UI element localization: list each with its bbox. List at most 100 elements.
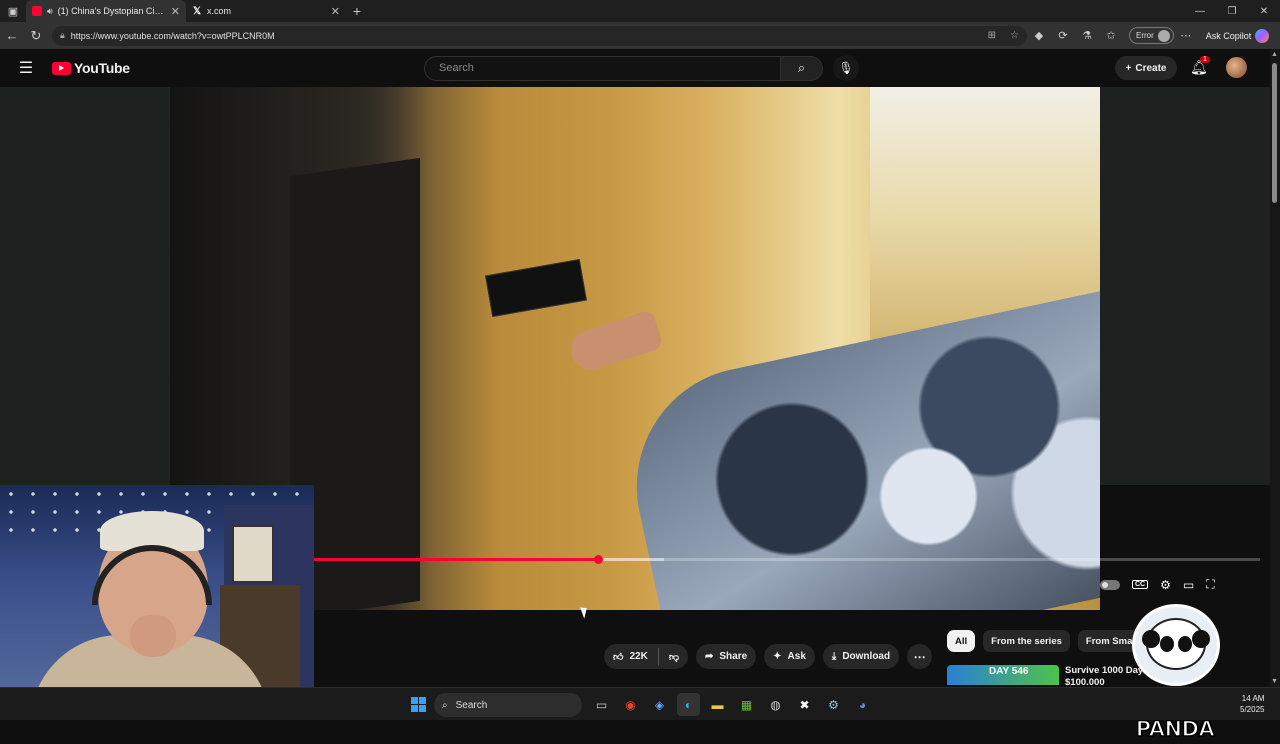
address-bar-row: ← ↻ 🔒︎ https://www.youtube.com/watch?v=o… [0, 22, 1280, 49]
create-label: Create [1135, 62, 1167, 74]
copilot-label: Ask Copilot [1205, 30, 1252, 41]
page-scrollbar[interactable]: ▲ ▼ [1270, 49, 1280, 687]
panda-eye [1178, 636, 1192, 652]
page-background-right [1100, 87, 1270, 485]
minecraft-icon[interactable]: ▦ [735, 693, 758, 716]
share-icon: ➦ [704, 651, 714, 662]
taskbar-search-label: Search [455, 699, 488, 711]
minimize-button[interactable]: — [1184, 6, 1216, 17]
fullscreen-icon[interactable]: ⛶ [1206, 577, 1214, 592]
webcam-person-hand [130, 615, 176, 657]
panda-eye [1160, 636, 1174, 652]
tab-title: (1) China's Dystopian City in [57, 6, 166, 16]
video-actions: 👍︎ 22K 👎︎ ➦ Share ✦ Ask ⤓ Download ⋯ [604, 644, 933, 669]
lock-icon[interactable]: 🔒︎ [60, 30, 65, 41]
chrome-icon[interactable]: ◉ [619, 693, 642, 716]
task-view-icon[interactable]: ▭ [590, 693, 613, 716]
taskbar-clock[interactable]: 14 AM 5/2025 [1240, 693, 1264, 715]
recommended-thumbnail[interactable]: DAY 546 [947, 665, 1059, 685]
video-frame-sign [485, 258, 587, 318]
search-button[interactable]: ⌕ [781, 55, 823, 81]
scroll-down-icon[interactable]: ▼ [1271, 678, 1278, 685]
notification-count-badge: 1 [1200, 56, 1210, 63]
discord-icon[interactable]: ◕ [851, 693, 874, 716]
like-count[interactable]: 22K [629, 651, 647, 662]
extension-icon[interactable]: ⚗ [1075, 29, 1099, 42]
video-progress-bar[interactable] [314, 555, 1260, 564]
search-input[interactable]: Search [424, 55, 781, 81]
error-label: Error [1136, 31, 1154, 40]
youtube-logo[interactable]: YouTube [52, 60, 130, 76]
youtube-header: ☰ YouTube Search ⌕ 🎙︎ + Create 🔔︎ 1 [0, 49, 1270, 87]
scroll-up-icon[interactable]: ▲ [1271, 51, 1278, 58]
capcut-icon[interactable]: ✖ [793, 693, 816, 716]
steam-icon[interactable]: ⚙ [822, 693, 845, 716]
chip-all[interactable]: All [947, 630, 976, 652]
copilot-app-icon[interactable]: ◈ [648, 693, 671, 716]
divider [657, 648, 659, 665]
account-avatar[interactable] [1226, 57, 1247, 78]
close-window-button[interactable]: ✕ [1248, 6, 1280, 17]
back-icon[interactable]: ← [0, 28, 24, 43]
player-controls: CC ⚙ ▭ ⛶ [1100, 577, 1215, 592]
more-options-icon[interactable]: ⋯ [1174, 29, 1198, 42]
browser-tab-bar: ▣ 🔊︎ (1) China's Dystopian City in ✕ 𝕏 x… [0, 0, 1280, 22]
download-icon: ⤓ [831, 651, 837, 662]
extension-icon[interactable]: ◆ [1027, 29, 1051, 42]
tab-x[interactable]: 𝕏 x.com ✕ [186, 0, 346, 22]
url-field[interactable]: 🔒︎ https://www.youtube.com/watch?v=owtPP… [52, 25, 1027, 46]
panda-ear [1142, 630, 1160, 648]
video-frame-hand [566, 309, 664, 375]
page-background-left [0, 87, 170, 485]
youtube-logo-text: YouTube [74, 60, 130, 76]
more-actions-button[interactable]: ⋯ [907, 644, 933, 669]
chip-from-the-series[interactable]: From the series [983, 630, 1070, 652]
new-tab-button[interactable]: + [346, 3, 368, 19]
url-text[interactable]: https://www.youtube.com/watch?v=owtPPLCN… [71, 31, 974, 41]
menu-icon[interactable]: ☰ [0, 58, 52, 78]
file-explorer-icon[interactable]: ▬ [706, 693, 729, 716]
favorite-star-icon[interactable]: ☆ [1010, 30, 1019, 41]
search-bar: Search ⌕ 🎙︎ [424, 55, 859, 81]
window-controls: — ❐ ✕ [1184, 6, 1280, 17]
progress-played [314, 558, 598, 561]
taskbar-search[interactable]: ⌕ Search [434, 693, 582, 717]
sync-icon[interactable]: ⟳ [1051, 29, 1075, 42]
download-button[interactable]: ⤓ Download [822, 644, 900, 669]
app-icon[interactable]: ◍ [764, 693, 787, 716]
tab-youtube[interactable]: 🔊︎ (1) China's Dystopian City in ✕ [26, 0, 186, 22]
microphone-icon: 🎙︎ [838, 61, 854, 75]
ask-label: Ask [787, 651, 806, 662]
ask-copilot-button[interactable]: Ask Copilot [1205, 28, 1270, 43]
webcam-poster [232, 525, 274, 583]
subtitles-icon[interactable]: CC [1132, 580, 1149, 589]
voice-search-button[interactable]: 🎙︎ [833, 55, 859, 81]
share-button[interactable]: ➦ Share [695, 644, 757, 669]
ask-button[interactable]: ✦ Ask [764, 644, 815, 669]
more-horizontal-icon: ⋯ [913, 649, 926, 664]
theater-mode-icon[interactable]: ▭ [1183, 578, 1194, 592]
windows-start-icon[interactable] [411, 697, 426, 712]
close-icon[interactable]: ✕ [331, 5, 340, 18]
youtube-play-icon [52, 61, 71, 75]
tab-actions-icon[interactable]: ▣ [0, 0, 26, 22]
speaker-icon[interactable]: 🔊︎ [47, 6, 53, 17]
create-button[interactable]: + Create [1115, 56, 1177, 80]
dislike-icon[interactable]: 👎︎ [669, 651, 679, 663]
profile-error-badge[interactable]: Error [1129, 27, 1174, 44]
restore-button[interactable]: ❐ [1216, 6, 1248, 17]
autoplay-toggle[interactable] [1100, 579, 1120, 590]
refresh-icon[interactable]: ↻ [24, 28, 48, 44]
webcam-overlay [0, 485, 314, 720]
notifications-button[interactable]: 🔔︎ 1 [1190, 56, 1210, 76]
close-icon[interactable]: ✕ [171, 5, 180, 18]
split-screen-icon[interactable]: ⊞ [988, 30, 996, 41]
settings-gear-icon[interactable]: ⚙ [1160, 578, 1171, 592]
like-icon[interactable]: 👍︎ [613, 651, 623, 663]
panda-face [1142, 618, 1210, 670]
scrollbar-thumb[interactable] [1272, 63, 1277, 203]
favorites-icon[interactable]: ✩ [1099, 29, 1123, 42]
edge-icon[interactable]: ◐ [677, 693, 700, 716]
panda-ear [1192, 630, 1210, 648]
progress-scrubber[interactable] [593, 555, 603, 564]
